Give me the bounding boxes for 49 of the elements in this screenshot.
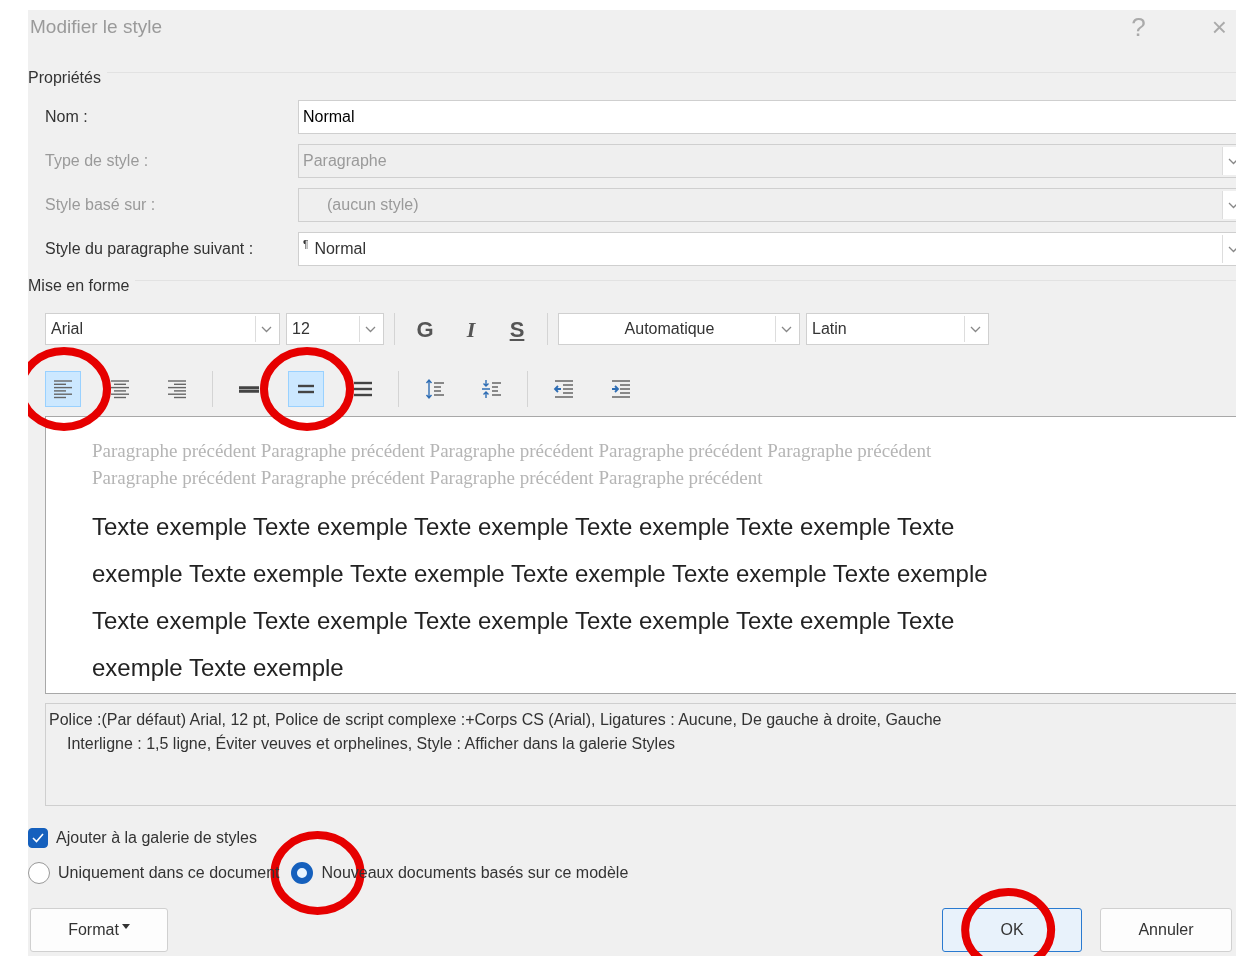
chevron-icon [1228,201,1236,209]
align-left-icon [52,378,74,400]
check-icon [32,833,44,843]
name-field[interactable]: Normal [298,100,1236,134]
window-title: Modifier le style [30,15,162,39]
chevron-icon [970,325,981,333]
indent-decrease-icon [553,378,575,400]
size-dropdown[interactable]: 12 [286,313,384,345]
indent-increase-icon [610,378,632,400]
field-label: Style basé sur : [45,195,157,215]
preview-text: Paragraphe précédent Paragraphe précédent Paragraphe précédent Paragraphe précédent [92,466,764,490]
sample-text: Texte exemple Texte exemple Texte exemple Texte exemple Texte exemple Texte [92,512,956,542]
field-label: Nom : [45,107,89,127]
paragraph-spacing-icon [424,378,446,400]
caret-icon [121,924,130,930]
description-text: Police :(Par défaut) Arial, 12 pt, Police de script complexe :+Corps CS (Arial), Ligatures : Aucune, De gauche à droite, Gauche [49,710,943,730]
chevron-icon [261,325,272,333]
spacing-button[interactable] [288,371,324,407]
chevron-icon [1228,157,1236,165]
underline-button[interactable]: S [497,313,537,345]
field-label: Style du paragraphe suivant : [45,239,255,259]
checkbox-label: Ajouter à la galerie de styles [56,828,257,848]
align-right-icon [166,378,188,400]
font-dropdown[interactable]: Arial [45,313,280,345]
group-heading: Mise en forme [28,276,130,296]
align-center-icon [109,378,131,400]
menu-button[interactable]: Format [30,908,168,952]
checkbox[interactable] [28,828,48,848]
bold-button[interactable]: G [405,313,445,345]
sample-text: Texte exemple Texte exemple Texte exemple Texte exemple Texte exemple Texte [92,606,956,636]
field-label: Type de style : [45,151,150,171]
script-dropdown[interactable]: Latin [806,313,989,345]
chevron-icon [365,325,376,333]
italic-button[interactable]: I [451,313,491,345]
radio-button[interactable] [291,862,314,884]
dropdown-field[interactable]: ¶ Normal [298,232,1236,266]
color-dropdown[interactable]: Automatique [558,313,800,345]
sample-text: exemple Texte exemple Texte exemple Texte exemple Texte exemple Texte exemple [92,559,989,589]
sample-text: exemple Texte exemple [92,653,345,683]
line-spacing-icon [238,385,260,393]
chevron-icon [781,325,792,333]
align-button[interactable] [45,371,81,407]
radio-button[interactable] [28,862,50,884]
description-text: Interligne : 1,5 ligne, Éviter veuves et orphelines, Style : Afficher dans la galerie Styles [66,733,677,754]
preview-text: Paragraphe précédent Paragraphe précédent Paragraphe précédent Paragraphe précédent Paragraphe précédent [92,439,933,463]
cancel-button[interactable]: Annuler [1100,908,1232,952]
chevron-icon [1228,245,1236,253]
group-heading: Propriétés [28,68,101,88]
paragraph-spacing-icon [481,378,503,400]
